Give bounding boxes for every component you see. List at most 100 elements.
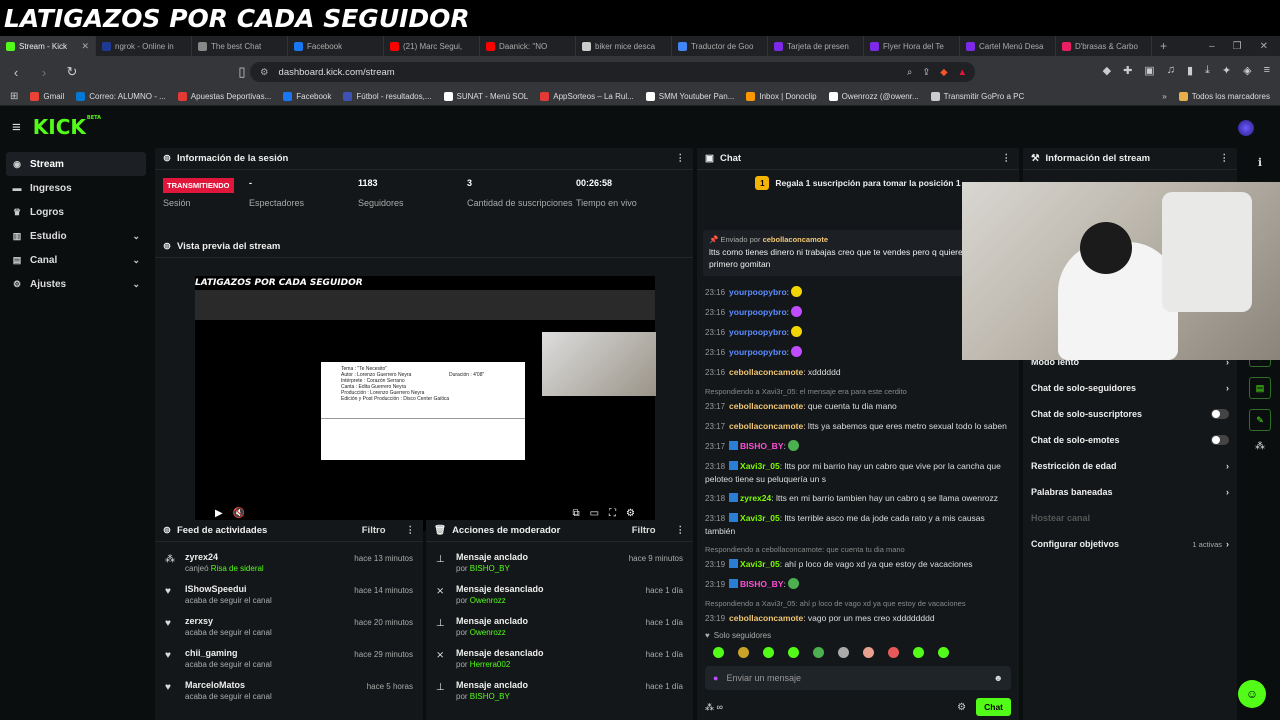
chat-username[interactable]: cebollaconcamote — [729, 613, 803, 623]
apps-grid-icon[interactable]: ⊞ — [10, 91, 18, 102]
chat-username[interactable]: yourpoopybro — [729, 287, 787, 297]
quick-emote-icon[interactable] — [738, 646, 749, 658]
pip-icon[interactable]: ⧉ — [572, 508, 579, 519]
more-options-icon[interactable]: ⋮ — [406, 525, 416, 536]
bookmark-item[interactable]: AppSorteos – La Rul... — [540, 92, 634, 101]
feed-filter-button[interactable]: Filtro — [362, 525, 386, 536]
browser-tab[interactable]: Facebook — [288, 36, 384, 56]
vpn-icon[interactable]: ◈ — [1243, 64, 1251, 77]
emoji-icon[interactable]: ☻ — [994, 673, 1003, 683]
mod-user[interactable]: Herrera002 — [470, 660, 510, 669]
kick-logo[interactable]: KICKBETA — [33, 115, 101, 139]
chat-message[interactable]: 23:19 BISHO_BY: — [705, 578, 1014, 591]
sidebar-toggle-icon[interactable]: ▮ — [1187, 64, 1193, 77]
chat-message[interactable]: 23:18 Xavi3r_05: ltts por mi barrio hay u… — [705, 460, 1014, 485]
chat-username[interactable]: Xavi3r_05 — [740, 559, 780, 569]
brave-shield-icon[interactable]: ◆ — [940, 67, 947, 78]
all-bookmarks-folder[interactable]: Todos los marcadores — [1178, 92, 1270, 101]
chat-message[interactable]: 23:16 cebollaconcamote: xdddddd — [705, 366, 1014, 379]
bookmark-item[interactable]: Inbox | Donoclip — [746, 92, 817, 101]
more-tools-icon[interactable]: ⁂ — [1240, 441, 1280, 452]
bookmark-item[interactable]: Transmitir GoPro a PC — [930, 92, 1024, 101]
chat-username[interactable]: yourpoopybro — [729, 307, 787, 317]
bookmark-item[interactable]: Gmail — [30, 92, 64, 101]
mod-action-item[interactable]: ⨯ Mensaje desanclado por Herrera002 hace 1 … — [426, 644, 693, 676]
stream-setting-row[interactable]: Restricción de edad › — [1023, 453, 1237, 479]
bookmark-item[interactable]: SMM Youtuber Pan... — [645, 92, 734, 101]
hamburger-menu-icon[interactable]: ≡ — [12, 119, 21, 136]
chat-username[interactable]: Xavi3r_05 — [740, 513, 780, 523]
browser-tab[interactable]: Stream - Kick ✕ — [0, 36, 96, 56]
more-options-icon[interactable]: ⋮ — [1002, 153, 1012, 164]
activity-user[interactable]: MarceloMatos — [185, 680, 272, 690]
mic-icon[interactable]: ● — [713, 673, 718, 683]
activity-user[interactable]: zerxsy — [185, 616, 272, 626]
bookmark-item[interactable]: Owenrozz (@owenr... — [828, 92, 919, 101]
stream-setting-row[interactable]: Chat de solo-emotes — [1023, 427, 1237, 453]
chat-message[interactable]: Respondiendo a Xavi3r_05: ahí p loco de … — [705, 598, 1014, 625]
quick-emote-icon[interactable] — [913, 646, 924, 658]
quick-emote-icon[interactable] — [713, 646, 724, 658]
wrench-tool-icon[interactable]: ✎ — [1249, 409, 1271, 431]
browser-tab[interactable]: Tarjeta de presen — [768, 36, 864, 56]
mod-user[interactable]: Owenrozz — [470, 628, 506, 637]
more-options-icon[interactable]: ⋮ — [1220, 153, 1230, 164]
stream-setting-row[interactable]: Chat de solo-suscriptores — [1023, 401, 1237, 427]
quick-emote-icon[interactable] — [838, 646, 849, 658]
back-icon[interactable]: ‹ — [8, 65, 24, 80]
chat-username[interactable]: yourpoopybro — [729, 327, 787, 337]
activity-feed-item[interactable]: ♥ IShowSpeedui acaba de seguir el canal hac… — [155, 580, 423, 612]
mod-filter-button[interactable]: Filtro — [632, 525, 656, 536]
forward-icon[interactable]: › — [36, 65, 52, 80]
help-chat-button[interactable]: ☺ — [1238, 680, 1266, 708]
chat-username[interactable]: cebollaconcamote — [729, 367, 803, 377]
activity-user[interactable]: chii_gaming — [185, 648, 272, 658]
loyalty-points-icon[interactable]: ⁂ ∞ — [705, 702, 723, 713]
browser-tab[interactable]: Traductor de Goo — [672, 36, 768, 56]
share-icon[interactable]: ⇪ — [922, 67, 930, 78]
browser-tab[interactable]: biker mice desca — [576, 36, 672, 56]
chat-message[interactable]: 23:17 BISHO_BY: — [705, 440, 1014, 453]
mod-action-item[interactable]: ⊥ Mensaje anclado por BISHO_BY hace 1 día — [426, 676, 693, 708]
bookmark-item[interactable]: Facebook — [283, 92, 331, 101]
activity-feed-item[interactable]: ♥ MarceloMatos acaba de seguir el canal hac… — [155, 676, 423, 708]
activity-feed-item[interactable]: ♥ zerxsy acaba de seguir el canal hace 20 m… — [155, 612, 423, 644]
url-field[interactable]: ⚙ dashboard.kick.com/stream ⌕ ⇪ ◆ ▲ — [250, 62, 975, 82]
brave-rewards-icon[interactable]: ▲ — [958, 67, 967, 78]
sidebar-item-estudio[interactable]: ▥ Estudio ⌄ — [6, 224, 146, 248]
reload-icon[interactable]: ↻ — [64, 64, 80, 80]
send-chat-button[interactable]: Chat — [976, 698, 1011, 716]
media-icon[interactable]: ♫ — [1167, 64, 1175, 77]
chat-message[interactable]: 23:17 cebollaconcamote: ltts ya sabemos q… — [705, 420, 1014, 433]
chat-message[interactable]: 23:18 zyrex24: ltts en mi barrio tambien … — [705, 492, 1014, 505]
activity-user[interactable]: zyrex24 — [185, 552, 264, 562]
fullscreen-icon[interactable]: ⛶ — [609, 508, 616, 519]
mod-action-item[interactable]: ⊥ Mensaje anclado por Owenrozz hace 1 día — [426, 612, 693, 644]
chat-username[interactable]: cebollaconcamote — [729, 401, 803, 411]
menu-icon[interactable]: ≡ — [1264, 64, 1270, 77]
sidebar-item-ajustes[interactable]: ⚙ Ajustes ⌄ — [6, 272, 146, 296]
browser-tab[interactable]: D'brasas & Carbo — [1056, 36, 1152, 56]
download-icon[interactable]: ⤓ — [1205, 64, 1210, 77]
play-icon[interactable]: ▶ — [215, 508, 223, 519]
extension-icon[interactable]: ◆ — [1103, 64, 1111, 77]
quick-emote-icon[interactable] — [763, 646, 774, 658]
activity-feed-item[interactable]: ⁂ zyrex24 canjeó Risa de sideral hace 13 mi… — [155, 548, 423, 580]
browser-tab[interactable]: (21) Marc Segui, — [384, 36, 480, 56]
user-avatar[interactable] — [1238, 120, 1254, 136]
new-tab-icon[interactable]: + — [1152, 39, 1175, 53]
sidebar-item-canal[interactable]: ▤ Canal ⌄ — [6, 248, 146, 272]
chat-username[interactable]: BISHO_BY — [740, 579, 783, 589]
toggle-switch[interactable] — [1211, 409, 1229, 419]
screenshot-icon[interactable]: ▣ — [1144, 64, 1154, 77]
chat-username[interactable]: yourpoopybro — [729, 347, 787, 357]
more-bookmarks-icon[interactable]: » — [1162, 92, 1166, 101]
more-options-icon[interactable]: ⋮ — [676, 153, 686, 164]
leo-icon[interactable]: ✦ — [1222, 64, 1231, 77]
sidebar-item-ingresos[interactable]: ▬ Ingresos — [6, 176, 146, 200]
mod-user[interactable]: BISHO_BY — [470, 564, 510, 573]
more-options-icon[interactable]: ⋮ — [676, 525, 686, 536]
maximize-icon[interactable]: ❐ — [1233, 41, 1242, 52]
bookmark-icon[interactable]: ▯ — [234, 64, 250, 80]
quick-emote-icon[interactable] — [813, 646, 824, 658]
